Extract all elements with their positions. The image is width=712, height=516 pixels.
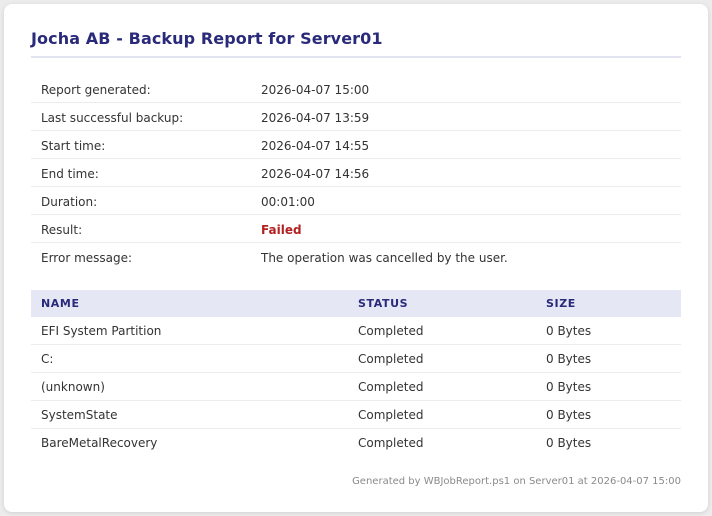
table-row: EFI System Partition Completed 0 Bytes <box>31 317 681 345</box>
result-status-failed: Failed <box>261 223 302 237</box>
table-row: SystemState Completed 0 Bytes <box>31 401 681 429</box>
info-row-last-successful-backup: Last successful backup: 2026-04-07 13:59 <box>31 103 681 131</box>
cell-name: EFI System Partition <box>41 324 162 338</box>
info-value: 2026-04-07 14:55 <box>261 139 370 153</box>
table-row: C: Completed 0 Bytes <box>31 345 681 373</box>
info-label: Result: <box>41 223 83 237</box>
info-row-report-generated: Report generated: 2026-04-07 15:00 <box>31 75 681 103</box>
info-value: The operation was cancelled by the user. <box>261 251 508 265</box>
cell-size: 0 Bytes <box>546 380 592 394</box>
report-footer: Generated by WBJobReport.ps1 on Server01… <box>352 476 681 487</box>
info-value: 2026-04-07 13:59 <box>261 111 370 125</box>
info-label: Error message: <box>41 251 133 265</box>
info-label: Duration: <box>41 195 98 209</box>
cell-status: Completed <box>358 380 424 394</box>
report-title: Jocha AB - Backup Report for Server01 <box>31 29 383 48</box>
info-value: 2026-04-07 14:56 <box>261 167 370 181</box>
cell-size: 0 Bytes <box>546 408 592 422</box>
cell-name: BareMetalRecovery <box>41 436 158 450</box>
cell-status: Completed <box>358 352 424 366</box>
column-header-size: SIZE <box>546 297 576 310</box>
column-header-status: STATUS <box>358 297 409 310</box>
cell-name: SystemState <box>41 408 118 422</box>
info-value: 00:01:00 <box>261 195 315 209</box>
info-row-start-time: Start time: 2026-04-07 14:55 <box>31 131 681 159</box>
report-info-table: Report generated: 2026-04-07 15:00 Last … <box>31 75 681 271</box>
cell-status: Completed <box>358 324 424 338</box>
report-card: Jocha AB - Backup Report for Server01 Re… <box>4 4 708 512</box>
table-row: (unknown) Completed 0 Bytes <box>31 373 681 401</box>
cell-size: 0 Bytes <box>546 436 592 450</box>
backup-items-table: NAME STATUS SIZE EFI System Partition Co… <box>31 290 681 457</box>
info-label: Last successful backup: <box>41 111 184 125</box>
info-label: End time: <box>41 167 99 181</box>
table-header: NAME STATUS SIZE <box>31 290 681 317</box>
table-row: BareMetalRecovery Completed 0 Bytes <box>31 429 681 457</box>
cell-name: (unknown) <box>41 380 105 394</box>
info-row-error-message: Error message: The operation was cancell… <box>31 243 681 271</box>
cell-size: 0 Bytes <box>546 324 592 338</box>
cell-name: C: <box>41 352 54 366</box>
info-row-end-time: End time: 2026-04-07 14:56 <box>31 159 681 187</box>
info-row-result: Result: Failed <box>31 215 681 243</box>
info-label: Start time: <box>41 139 106 153</box>
cell-size: 0 Bytes <box>546 352 592 366</box>
info-value: 2026-04-07 15:00 <box>261 83 370 97</box>
column-header-name: NAME <box>41 297 80 310</box>
cell-status: Completed <box>358 408 424 422</box>
info-label: Report generated: <box>41 83 151 97</box>
title-divider <box>31 56 681 58</box>
info-row-duration: Duration: 00:01:00 <box>31 187 681 215</box>
cell-status: Completed <box>358 436 424 450</box>
